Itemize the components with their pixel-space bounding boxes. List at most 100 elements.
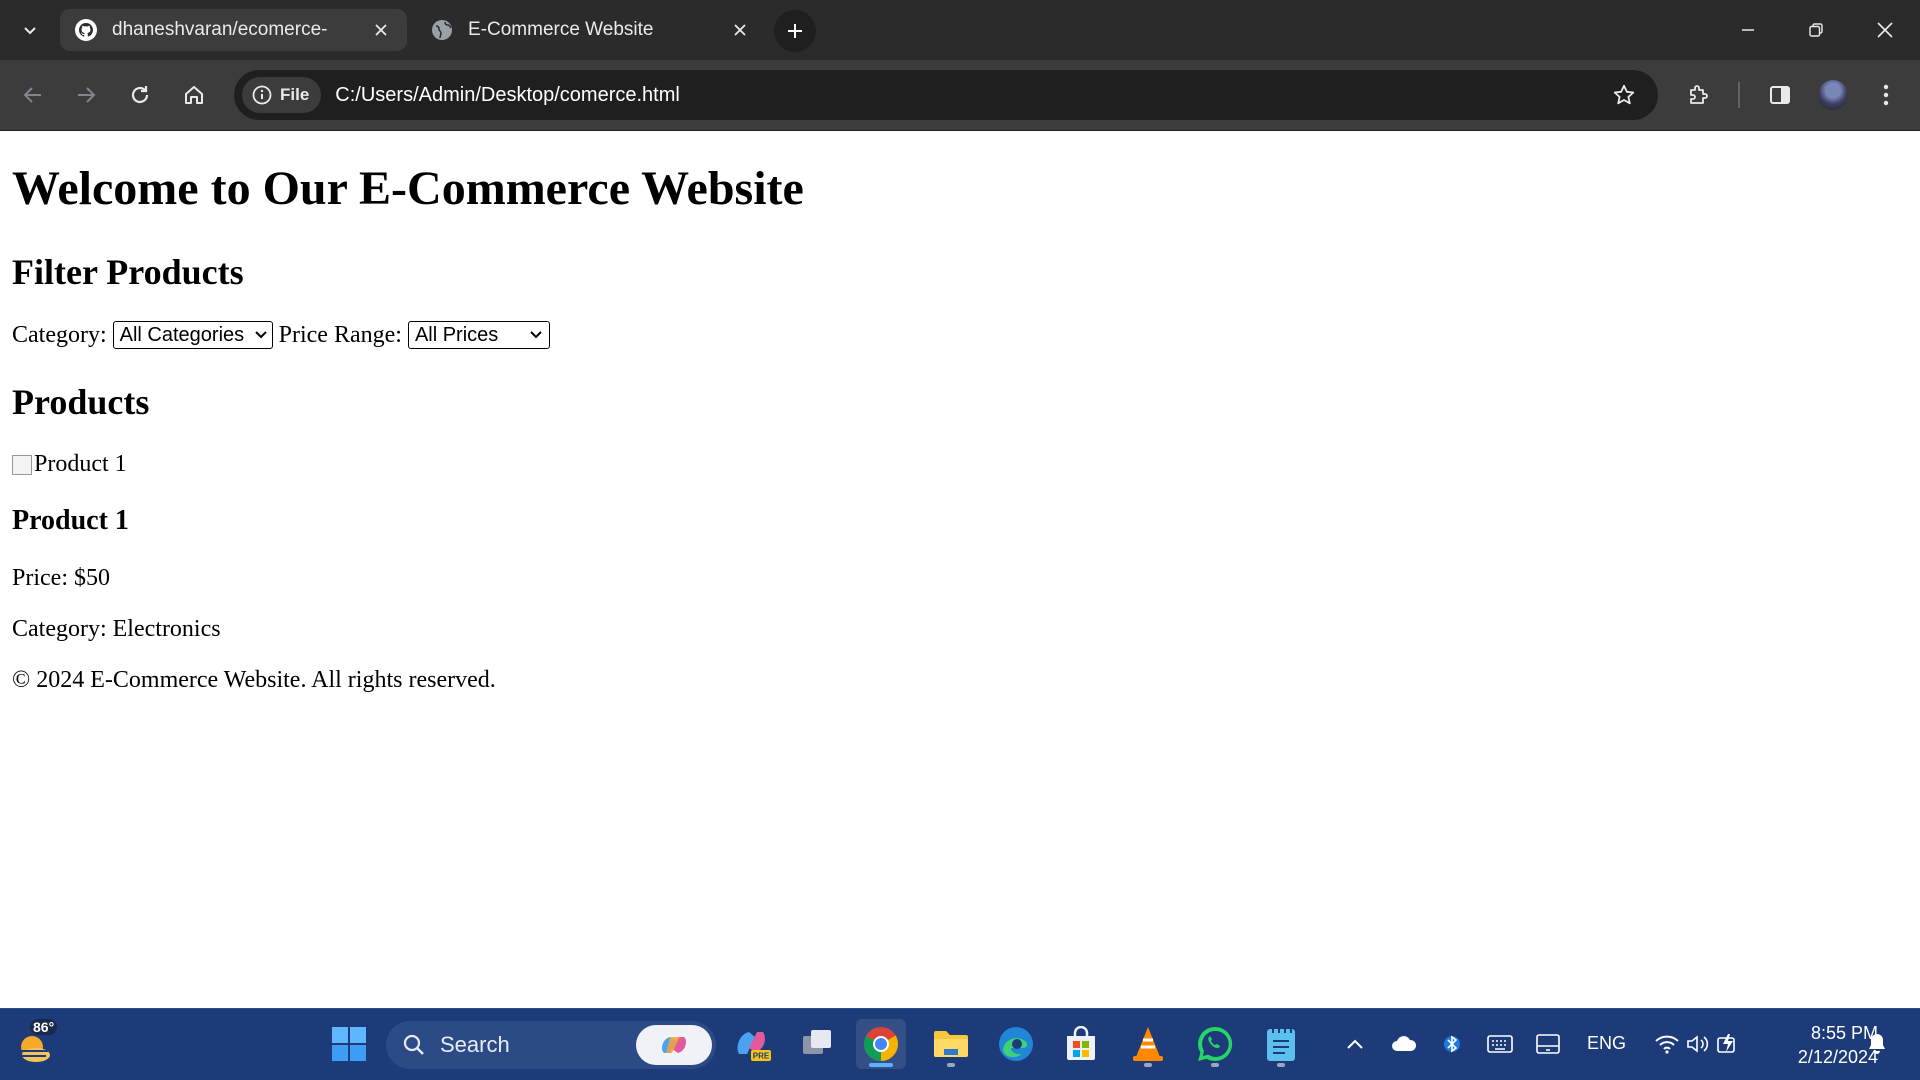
site-info-label: File: [280, 85, 310, 104]
notifications-button[interactable]: [1853, 1019, 1901, 1069]
touch-keyboard-button[interactable]: [1476, 1019, 1524, 1069]
bluetooth-icon: [1444, 1035, 1460, 1053]
chevron-up-icon: [1347, 1039, 1363, 1049]
browser-toolbar: File C:/Users/Admin/Desktop/comerce.html: [0, 60, 1920, 130]
input-language[interactable]: ENG: [1587, 1033, 1626, 1054]
taskbar-notepad[interactable]: [1256, 1019, 1306, 1069]
running-indicator: [1277, 1063, 1285, 1067]
url-text[interactable]: C:/Users/Admin/Desktop/comerce.html: [335, 84, 1604, 107]
search-icon: [403, 1034, 424, 1055]
taskbar-copilot-preview[interactable]: PRE: [728, 1019, 778, 1069]
taskbar-whatsapp[interactable]: [1190, 1019, 1240, 1069]
product-image: Product 1: [12, 451, 127, 478]
bell-icon: [1869, 1034, 1885, 1054]
product-category: Category: Electronics: [12, 616, 221, 642]
restore-button[interactable]: [1791, 8, 1841, 52]
close-icon[interactable]: [369, 18, 393, 42]
broken-image-icon: [12, 454, 32, 475]
side-panel-icon: [1770, 86, 1790, 104]
price-range-label: Price Range:: [278, 321, 402, 348]
product-name: Product 1: [12, 505, 129, 536]
reload-icon: [131, 86, 149, 104]
extensions-button[interactable]: [1679, 75, 1719, 115]
product-image-alt: Product 1: [34, 451, 127, 477]
running-indicator: [1144, 1063, 1152, 1067]
site-info-chip[interactable]: File: [242, 77, 322, 113]
close-icon: [1877, 22, 1893, 38]
close-window-button[interactable]: [1860, 8, 1910, 52]
onedrive-tray-button[interactable]: [1380, 1019, 1428, 1069]
toolbar-divider: [0, 130, 1920, 131]
taskbar-file-explorer[interactable]: [926, 1019, 976, 1069]
restore-icon: [1809, 23, 1823, 37]
copilot-badge[interactable]: [636, 1025, 712, 1065]
tab-search-button[interactable]: [14, 14, 46, 46]
more-vert-icon: [1883, 84, 1889, 106]
new-tab-button[interactable]: [774, 10, 816, 52]
price-range-select-value: All Prices: [414, 323, 499, 346]
weather-temperature: 86°: [30, 1019, 58, 1035]
minimize-icon: [1742, 29, 1754, 31]
globe-icon: [430, 18, 454, 42]
tablet-icon: [1536, 1034, 1560, 1054]
task-view-icon: [803, 1030, 831, 1054]
onedrive-icon: [1392, 1036, 1417, 1051]
chrome-icon: [864, 1027, 898, 1061]
tab-github[interactable]: dhaneshvaran/ecomerce-: [60, 9, 407, 51]
home-button[interactable]: [174, 75, 214, 115]
browser-tab-strip: dhaneshvaran/ecomerce- E-Commerce Websit…: [0, 0, 1920, 60]
minimize-button[interactable]: [1723, 8, 1773, 52]
chevron-down-icon: [24, 27, 36, 35]
running-indicator: [947, 1063, 955, 1067]
forward-button[interactable]: [66, 75, 106, 115]
bookmark-star-button[interactable]: [1604, 75, 1644, 115]
tab-ecommerce[interactable]: E-Commerce Website: [416, 9, 766, 51]
taskbar-search[interactable]: Search: [386, 1021, 716, 1069]
chevron-down-icon: [529, 330, 543, 340]
taskbar-task-view[interactable]: [792, 1019, 842, 1069]
network-volume-battery-button[interactable]: [1645, 1019, 1749, 1069]
tablet-mode-button[interactable]: [1524, 1019, 1572, 1069]
profile-button[interactable]: [1813, 75, 1853, 115]
show-hidden-icons-button[interactable]: [1331, 1019, 1379, 1069]
close-icon[interactable]: [728, 18, 752, 42]
menu-button[interactable]: [1866, 75, 1906, 115]
plus-icon: [788, 24, 802, 38]
address-bar[interactable]: File C:/Users/Admin/Desktop/comerce.html: [234, 70, 1658, 120]
toolbar-separator: [1738, 82, 1740, 108]
notepad-icon: [1267, 1027, 1295, 1061]
category-select[interactable]: All Categories: [112, 321, 273, 349]
file-explorer-icon: [934, 1031, 968, 1057]
taskbar-vlc[interactable]: [1123, 1019, 1173, 1069]
taskbar-microsoft-store[interactable]: [1056, 1019, 1106, 1069]
taskbar: 86° Search PRE ENG 8:55 PM 2/12/2024: [0, 1008, 1920, 1080]
vlc-icon: [1133, 1027, 1163, 1061]
microsoft-store-icon: [1067, 1026, 1095, 1060]
home-icon: [185, 86, 203, 104]
taskbar-edge[interactable]: [991, 1019, 1041, 1069]
start-button[interactable]: [324, 1019, 374, 1069]
windows-icon: [332, 1027, 366, 1061]
search-label: Search: [440, 1032, 510, 1057]
reload-button[interactable]: [120, 75, 160, 115]
side-panel-button[interactable]: [1760, 75, 1800, 115]
filter-heading: Filter Products: [12, 252, 244, 292]
battery-charging-icon: [1717, 1034, 1735, 1053]
github-icon: [74, 18, 98, 42]
arrow-left-icon: [23, 87, 41, 103]
star-icon: [1613, 84, 1635, 105]
price-range-select[interactable]: All Prices: [407, 321, 550, 349]
category-label: Category:: [12, 321, 107, 348]
weather-widget[interactable]: 86°: [10, 1019, 60, 1069]
category-select-value: All Categories: [119, 323, 245, 346]
copilot-icon: [662, 1037, 686, 1053]
taskbar-chrome[interactable]: [856, 1019, 906, 1069]
svg-text:PRE: PRE: [753, 1052, 770, 1061]
puzzle-icon: [1690, 85, 1708, 104]
volume-icon: [1687, 1035, 1709, 1053]
bluetooth-tray-button[interactable]: [1428, 1019, 1476, 1069]
running-indicator: [869, 1063, 893, 1067]
tab-title: E-Commerce Website: [468, 19, 654, 40]
footer-text: © 2024 E-Commerce Website. All rights re…: [12, 667, 496, 693]
back-button[interactable]: [13, 75, 53, 115]
